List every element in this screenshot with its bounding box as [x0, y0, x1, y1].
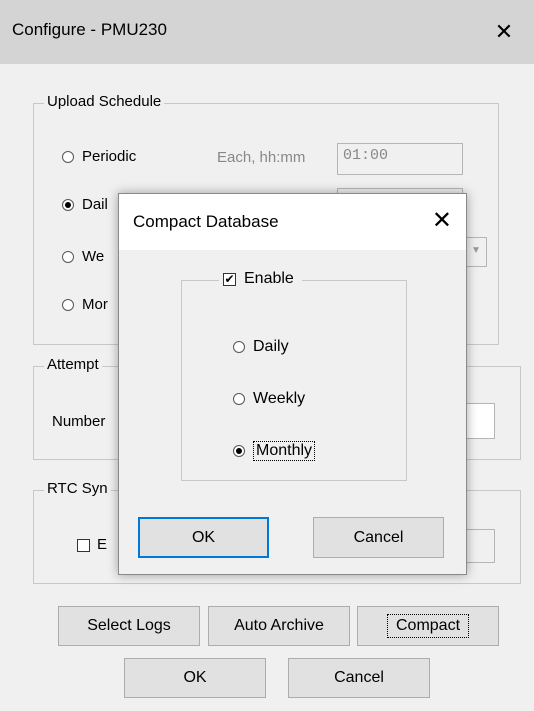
rtc-input[interactable]	[465, 529, 495, 563]
dialog-title-bar: Compact Database ✕	[119, 194, 466, 250]
cancel-button[interactable]: Cancel	[288, 658, 430, 698]
chevron-down-icon: ▾	[471, 242, 481, 259]
enable-label: Enable	[244, 270, 294, 287]
radio-compact-daily[interactable]: Daily	[233, 338, 289, 356]
dialog-ok-button[interactable]: OK	[138, 517, 269, 558]
select-logs-button[interactable]: Select Logs	[58, 606, 200, 646]
each-time-input[interactable]: 01:00	[337, 143, 463, 175]
rtc-enable-label: E	[97, 536, 108, 553]
dialog-title: Compact Database	[133, 212, 279, 231]
attempts-legend: Attempt	[44, 356, 102, 373]
radio-indicator	[233, 393, 245, 405]
radio-label: Periodic	[82, 148, 137, 165]
radio-label: Mor	[82, 296, 108, 313]
radio-daily[interactable]: Dail	[62, 196, 108, 213]
radio-label: Weekly	[253, 390, 306, 407]
compact-label: Compact	[386, 614, 470, 638]
radio-label: We	[82, 248, 105, 265]
rtc-sync-legend: RTC Syn	[44, 480, 111, 497]
dialog-cancel-button[interactable]: Cancel	[313, 517, 444, 558]
auto-archive-label: Auto Archive	[234, 617, 324, 634]
configure-window: Configure - PMU230 ✕ Upload Schedule Per…	[0, 0, 534, 711]
window-title: Configure - PMU230	[12, 20, 167, 39]
title-bar: Configure - PMU230 ✕	[0, 0, 534, 64]
number-label: Number	[52, 413, 106, 430]
radio-indicator	[62, 250, 74, 263]
close-icon[interactable]: ✕	[432, 206, 452, 235]
radio-indicator	[62, 298, 74, 311]
dialog-body: ✔ Enable Daily Weekly Monthly OK Cancel	[119, 250, 466, 574]
radio-label: Daily	[253, 338, 289, 355]
select-logs-label: Select Logs	[87, 617, 171, 634]
radio-weekly[interactable]: We	[62, 248, 104, 265]
upload-schedule-legend: Upload Schedule	[44, 93, 165, 110]
rtc-enable-checkbox[interactable]	[77, 539, 90, 552]
auto-archive-button[interactable]: Auto Archive	[208, 606, 350, 646]
weekday-dropdown[interactable]: ▾	[465, 237, 487, 267]
radio-label: Monthly	[253, 441, 316, 461]
radio-indicator	[62, 198, 74, 211]
radio-label: Dail	[82, 196, 108, 213]
enable-checkbox[interactable]: ✔	[223, 272, 236, 286]
each-label: Each, hh:mm	[217, 149, 306, 166]
cancel-label: Cancel	[334, 669, 384, 686]
radio-monthly[interactable]: Mor	[62, 296, 108, 313]
dialog-cancel-label: Cancel	[353, 528, 404, 546]
ok-label: OK	[183, 669, 207, 686]
radio-indicator	[233, 341, 245, 353]
attempts-number-input[interactable]	[465, 403, 495, 439]
dialog-ok-label: OK	[191, 528, 216, 546]
close-icon[interactable]: ✕	[474, 0, 534, 64]
compact-button[interactable]: Compact	[357, 606, 499, 646]
enable-checkbox-row[interactable]: ✔ Enable	[219, 270, 302, 288]
radio-compact-monthly[interactable]: Monthly	[233, 441, 316, 461]
radio-indicator	[62, 150, 74, 163]
radio-indicator	[233, 445, 245, 457]
ok-button[interactable]: OK	[124, 658, 266, 698]
radio-compact-weekly[interactable]: Weekly	[233, 390, 305, 408]
radio-periodic[interactable]: Periodic	[62, 148, 136, 165]
compact-database-dialog: Compact Database ✕ ✔ Enable Daily Weekly…	[118, 193, 467, 575]
